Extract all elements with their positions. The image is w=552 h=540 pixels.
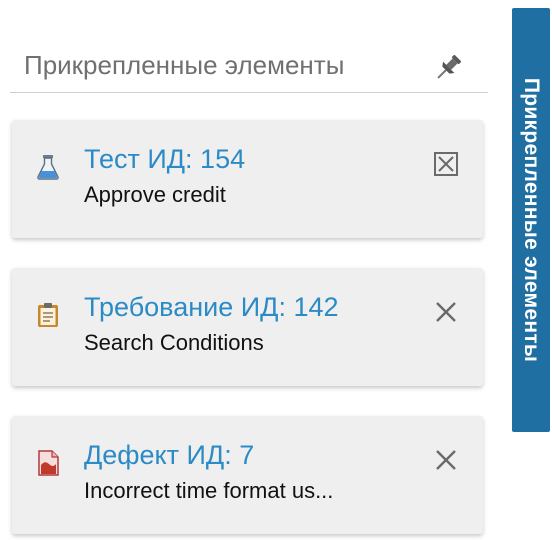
flask-icon xyxy=(36,154,60,180)
item-title-link[interactable]: Требование ИД: 142 xyxy=(84,292,339,323)
pinned-item-defect[interactable]: Дефект ИД: 7 Incorrect time format us... xyxy=(12,416,483,534)
panel-header: Прикрепленные элементы xyxy=(10,42,488,93)
pinned-items-side-tab[interactable]: Прикрепленные элементы xyxy=(512,8,550,432)
side-tab-label: Прикрепленные элементы xyxy=(520,77,543,363)
panel-title: Прикрепленные элементы xyxy=(24,50,345,80)
pin-icon xyxy=(430,54,466,90)
pinned-item-test[interactable]: Тест ИД: 154 Approve credit xyxy=(12,120,483,238)
item-description: Search Conditions xyxy=(84,330,264,355)
close-icon xyxy=(432,302,460,330)
item-description: Approve credit xyxy=(84,182,226,207)
pinned-items-panel: Прикрепленные элементы Тест ИД: 154 Appr… xyxy=(10,0,490,540)
item-title-link[interactable]: Тест ИД: 154 xyxy=(84,144,245,175)
pin-button[interactable] xyxy=(430,50,466,86)
unpin-button[interactable] xyxy=(432,150,460,178)
close-boxed-icon xyxy=(432,152,460,182)
unpin-button[interactable] xyxy=(432,298,460,326)
close-icon xyxy=(432,450,460,478)
item-description: Incorrect time format us... xyxy=(84,478,334,503)
defect-document-icon xyxy=(36,450,60,476)
item-title-link[interactable]: Дефект ИД: 7 xyxy=(84,440,254,471)
unpin-button[interactable] xyxy=(432,446,460,474)
clipboard-icon xyxy=(36,302,60,328)
pinned-item-requirement[interactable]: Требование ИД: 142 Search Conditions xyxy=(12,268,483,386)
